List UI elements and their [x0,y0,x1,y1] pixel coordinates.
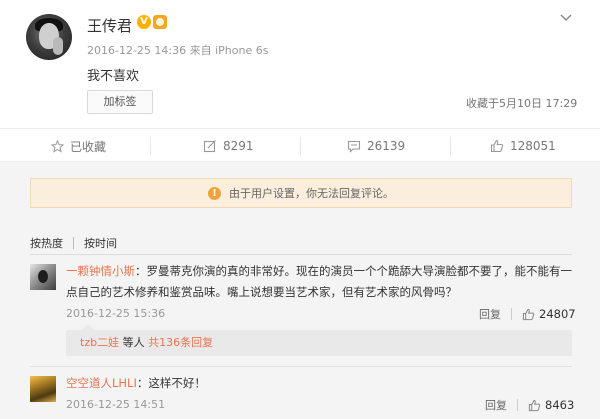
action-bar: 已收藏 8291 26139 128051 [0,128,600,162]
comment-button[interactable]: 26139 [347,129,405,163]
divider [73,237,74,249]
favorite-label: 已收藏 [70,139,107,154]
divider [450,137,451,155]
comment-actions: 回复 8463 [485,397,574,413]
post-card: 王传君 V 2016-12-25 14:36 来自 iPhone 6s 我不喜欢… [0,0,600,118]
repost-count: 8291 [223,139,254,153]
comment-like-count: 8463 [545,398,575,412]
comments-section: ! 由于用户设置，你无法回复评论。 按热度 按时间 一颗钟情小斯：罗曼蒂克你演的… [0,162,600,419]
reply-middle-text: 等人 [119,336,149,349]
divider [517,399,518,411]
verified-badge-icon: V [137,15,151,29]
notice-text: 由于用户设置，你无法回复评论。 [229,187,394,200]
thumbs-up-icon[interactable] [528,399,541,412]
comment-time: 2016-12-25 14:51 [66,398,166,411]
post-text: 我不喜欢 [87,69,140,84]
star-icon [51,139,64,153]
comment-count: 26139 [367,139,406,153]
sort-by-time[interactable]: 按时间 [84,235,117,251]
chevron-down-icon[interactable] [559,13,573,23]
avatar-hand [53,37,63,55]
sort-by-hot[interactable]: 按热度 [30,235,63,251]
post-meta: 2016-12-25 14:36 来自 iPhone 6s [87,44,269,57]
comment-avatar[interactable] [30,264,56,290]
divider [511,308,512,320]
favorite-button[interactable]: 已收藏 [51,129,106,163]
thumbs-up-icon[interactable] [522,308,535,321]
divider [30,366,572,367]
repost-button[interactable]: 8291 [203,129,254,163]
comment-like-count: 24807 [539,307,576,321]
comment-body: 一颗钟情小斯：罗曼蒂克你演的真的非常好。现在的演员一个个跪舔大导演脸都不要了，能… [66,261,572,303]
comment-sort: 按热度 按时间 [30,235,117,251]
repost-icon [203,140,216,153]
comment-body: 空空道人LHLI：这样不好！ [66,373,206,394]
reply-restricted-notice: ! 由于用户设置，你无法回复评论。 [30,178,572,208]
comment-time: 2016-12-25 15:36 [66,307,166,320]
favorite-time: 收藏于5月10日 17:29 [466,97,578,110]
divider [150,137,151,155]
vip-icon [153,15,167,29]
like-count: 128051 [510,139,556,153]
reply-button[interactable]: 回复 [485,397,507,413]
reply-author[interactable]: tzb二娃 [80,336,119,349]
thumbs-up-icon [490,139,504,153]
comment-icon [347,140,361,153]
comment-text: ：罗曼蒂克你演的真的非常好。现在的演员一个个跪舔大导演脸都不要了，能不能有一点自… [66,264,572,299]
reply-count-link[interactable]: 共136条回复 [148,336,213,349]
like-button[interactable]: 128051 [490,129,556,163]
comment-actions: 回复 24807 [479,306,576,322]
add-tag-button[interactable]: 加标签 [87,90,153,114]
user-avatar[interactable] [26,14,72,60]
username[interactable]: 王传君 [87,15,132,36]
divider [30,254,572,255]
warning-icon: ! [208,186,221,200]
comment-text: ：这样不好！ [136,376,206,390]
replies-summary[interactable]: tzb二娃 等人 共136条回复 [66,330,572,356]
comment-author[interactable]: 一颗钟情小斯 [66,264,135,278]
reply-button[interactable]: 回复 [479,306,501,322]
divider [300,137,301,155]
comment-avatar[interactable] [30,376,56,402]
comment-author[interactable]: 空空道人LHLI [66,376,137,390]
